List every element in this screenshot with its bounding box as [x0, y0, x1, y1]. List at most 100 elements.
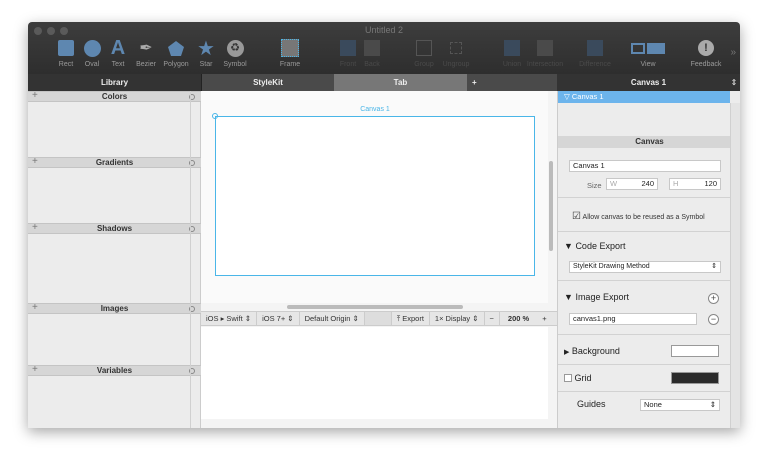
canvas-list-item[interactable]: ▽ Canvas 1 [558, 91, 730, 103]
library-section-gradients: + Gradients [28, 157, 201, 223]
section-header[interactable]: + Colors [28, 91, 201, 102]
inspector-scrollbar[interactable] [730, 103, 740, 428]
add-tab-button[interactable]: + [467, 74, 557, 91]
tool-label: Intersection [526, 61, 564, 68]
add-icon[interactable]: + [32, 365, 38, 375]
grid-label: Grid [574, 373, 592, 383]
divider [558, 280, 730, 281]
export-label: Export [402, 314, 424, 323]
divider [558, 334, 730, 335]
guides-select[interactable]: None ⇕ [640, 399, 720, 411]
inspector-select-arrows[interactable]: ⇕ [728, 74, 740, 91]
section-title: Variables [96, 366, 133, 375]
guides-label: Guides [577, 399, 606, 409]
remove-image-export-button[interactable]: − [708, 314, 719, 325]
library-section-shadows: + Shadows [28, 223, 201, 303]
guides-value: None [644, 400, 662, 409]
display-select[interactable]: 1× Display ⇕ [430, 312, 485, 325]
section-header[interactable]: + Gradients [28, 157, 201, 168]
tool-symbol-button[interactable]: ♻ Symbol [215, 38, 255, 68]
tool-label: Difference [579, 61, 611, 68]
checkmark-icon: ☑ [572, 211, 581, 222]
language-select[interactable]: iOS ▸ Swift ⇕ [201, 312, 258, 325]
tool-feedback-button[interactable]: ! Feedback [686, 38, 726, 68]
tool-back-button[interactable]: Back [352, 38, 392, 68]
code-export-section[interactable]: ▼ Code Export [564, 241, 625, 251]
tool-label: Back [364, 61, 380, 68]
inspector-panel: ▽ Canvas 1 Canvas Canvas 1 Size W 240 H 12… [557, 91, 740, 428]
inspector-title[interactable]: Canvas 1 [557, 74, 740, 91]
divider [558, 391, 730, 392]
origin-select[interactable]: Default Origin ⇕ [300, 312, 365, 325]
horizontal-scrollbar[interactable] [287, 305, 463, 309]
target-select[interactable]: iOS 7+ ⇕ [257, 312, 300, 325]
code-method-select[interactable]: StyleKit Drawing Method ⇕ [569, 261, 721, 273]
canvas[interactable] [215, 116, 535, 276]
height-input[interactable]: H 120 [669, 178, 721, 190]
feedback-icon: ! [686, 38, 726, 58]
tool-view-button[interactable]: View [628, 38, 668, 68]
origin-value: Default Origin [304, 314, 351, 323]
view-icon [628, 38, 668, 58]
difference-icon [575, 38, 615, 58]
section-header[interactable]: + Variables [28, 365, 201, 376]
tool-frame-button[interactable]: Frame [270, 38, 310, 68]
checkbox-icon [564, 374, 572, 382]
library-scrollbar[interactable] [190, 91, 201, 428]
image-file-input[interactable]: canvas1.png [569, 313, 697, 325]
library-section-colors: + Colors [28, 91, 201, 157]
allow-symbol-checkbox[interactable]: ☑ Allow canvas to be reused as a Symbol [572, 211, 705, 222]
tab-stylekit[interactable]: StyleKit [201, 74, 334, 91]
section-title: Images [100, 304, 129, 313]
code-export-label: Code Export [575, 241, 626, 251]
export-button[interactable]: ⤒ Export [392, 312, 430, 325]
app-window: Untitled 2 Rect Oval A Text ✒ Bezier Polygon ★ S… [28, 22, 740, 428]
canvas-label: Canvas 1 [360, 106, 390, 113]
background-section[interactable]: ▶ Background [564, 346, 620, 356]
tool-intersection-button[interactable]: Intersection [525, 38, 565, 68]
code-method-value: StyleKit Drawing Method [573, 263, 650, 270]
background-color-well[interactable] [671, 345, 719, 357]
add-icon[interactable]: + [32, 157, 38, 167]
language-value: iOS ▸ Swift [206, 314, 243, 323]
tool-difference-button[interactable]: Difference [575, 38, 615, 68]
target-value: iOS 7+ [262, 314, 286, 323]
add-icon[interactable]: + [32, 91, 38, 101]
add-icon[interactable]: + [32, 223, 38, 233]
add-image-export-button[interactable]: + [708, 293, 719, 304]
toolbar-overflow-button[interactable]: » [730, 47, 736, 58]
h-value: 120 [704, 179, 717, 188]
window-title: Untitled 2 [364, 25, 404, 35]
disclosure-down-icon: ▼ [564, 292, 573, 302]
add-icon[interactable]: + [32, 303, 38, 313]
tool-label: Ungroup [442, 61, 470, 68]
disclosure-right-icon: ▶ [564, 349, 570, 356]
zoom-out-button[interactable]: − [485, 312, 500, 325]
grid-checkbox[interactable]: Grid [564, 373, 592, 383]
toolbar: Untitled 2 Rect Oval A Text ✒ Bezier Polygon ★ S… [28, 22, 740, 74]
symbol-icon: ♻ [215, 38, 255, 58]
section-title: Gradients [95, 158, 134, 167]
section-title: Shadows [96, 224, 133, 233]
zoom-in-button[interactable]: + [537, 312, 551, 325]
section-header[interactable]: + Images [28, 303, 201, 314]
section-header[interactable]: + Shadows [28, 223, 201, 234]
canvas-origin-handle[interactable] [212, 113, 218, 119]
frame-icon [270, 38, 310, 58]
tab-tab[interactable]: Tab [334, 74, 467, 91]
image-export-section[interactable]: ▼ Image Export [564, 292, 629, 302]
w-value: 240 [641, 179, 654, 188]
tab-library[interactable]: Library [28, 74, 201, 91]
tab-bar: Library StyleKit Tab + Canvas 1 ⇕ [28, 74, 740, 91]
canvas-name-input[interactable]: Canvas 1 [569, 160, 721, 172]
vertical-scrollbar[interactable] [549, 161, 553, 251]
grid-color-well[interactable] [671, 372, 719, 384]
library-panel: + Colors + Gradients + Shadows + Images + Variabl… [28, 91, 201, 428]
tool-ungroup-button[interactable]: Ungroup [436, 38, 476, 68]
width-input[interactable]: W 240 [606, 178, 658, 190]
canvas-area[interactable]: Canvas 1 [201, 91, 548, 303]
allow-symbol-label: Allow canvas to be reused as a Symbol [582, 214, 705, 221]
bottom-spacer [364, 312, 392, 325]
editor-area: Canvas 1 iOS ▸ Swift ⇕ iOS 7+ ⇕ Default … [201, 91, 557, 428]
size-label: Size [587, 181, 602, 190]
